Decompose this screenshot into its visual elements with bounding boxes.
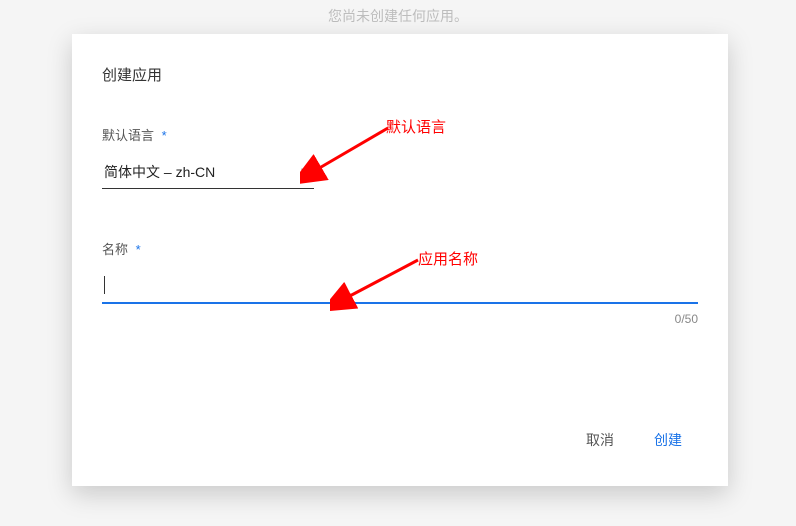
language-label: 默认语言 * bbox=[102, 125, 698, 144]
name-label-text: 名称 bbox=[102, 242, 128, 257]
cancel-button[interactable]: 取消 bbox=[570, 422, 630, 458]
modal-title: 创建应用 bbox=[102, 64, 698, 85]
language-selected-value: 简体中文 – zh-CN bbox=[104, 164, 215, 180]
char-counter: 0/50 bbox=[102, 312, 698, 326]
name-field: 名称 * 0/50 bbox=[102, 239, 698, 326]
language-select[interactable]: 简体中文 – zh-CN ▼ bbox=[102, 156, 314, 189]
language-field: 默认语言 * 简体中文 – zh-CN ▼ bbox=[102, 125, 698, 189]
modal-actions: 取消 创建 bbox=[570, 422, 698, 458]
chevron-down-icon: ▼ bbox=[299, 166, 310, 178]
text-cursor bbox=[104, 276, 105, 294]
name-input[interactable] bbox=[104, 278, 696, 294]
create-app-modal: 创建应用 默认语言 * 简体中文 – zh-CN ▼ 名称 * 0/50 取消 … bbox=[72, 34, 728, 486]
name-input-wrap[interactable] bbox=[102, 274, 698, 304]
required-asterisk: * bbox=[136, 242, 141, 257]
backdrop-hint-text: 您尚未创建任何应用。 bbox=[328, 6, 468, 26]
required-asterisk: * bbox=[162, 128, 167, 143]
create-button[interactable]: 创建 bbox=[638, 422, 698, 458]
name-label: 名称 * bbox=[102, 239, 698, 258]
language-label-text: 默认语言 bbox=[102, 128, 154, 143]
